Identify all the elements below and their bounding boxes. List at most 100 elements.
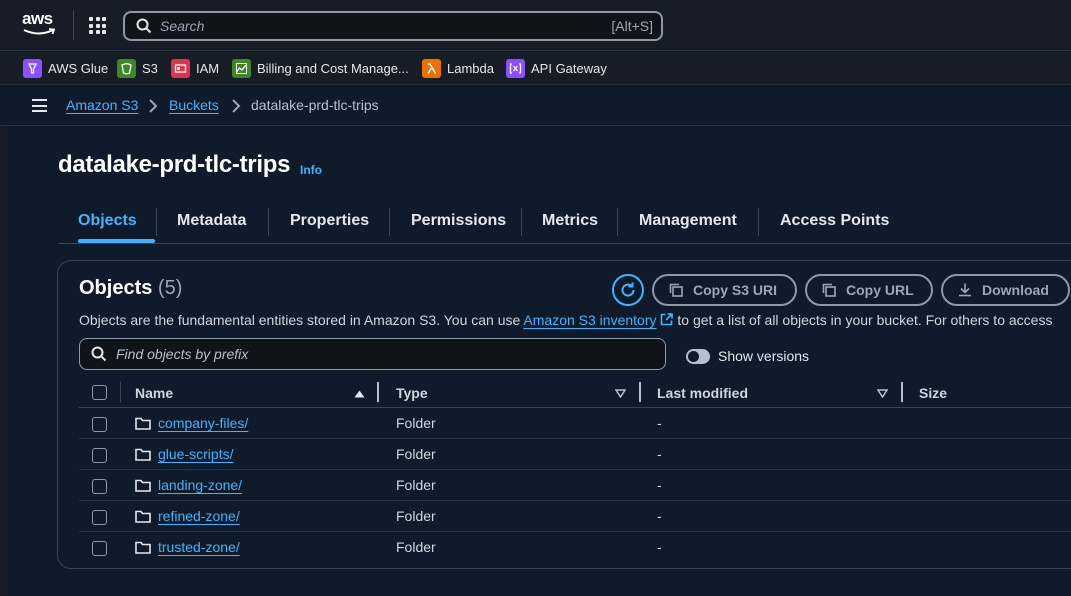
download-icon (959, 283, 971, 297)
column-size[interactable]: Size (919, 385, 947, 401)
show-versions-label: Show versions (718, 348, 810, 364)
object-type: Folder (396, 508, 436, 524)
download-button[interactable]: Download (941, 274, 1070, 306)
copy-url-button[interactable]: Copy URL (805, 274, 933, 306)
filter-placeholder: Find objects by prefix (116, 346, 249, 362)
favorite-label: API Gateway (531, 60, 607, 76)
column-last-modified[interactable]: Last modified (657, 385, 748, 401)
tab-permissions[interactable]: Permissions (411, 212, 506, 230)
object-type: Folder (396, 446, 436, 462)
description-text: Objects are the fundamental entities sto… (79, 312, 524, 328)
favorite-iam[interactable]: IAM (171, 58, 219, 78)
table-row[interactable]: landing-zone/ Folder - (79, 470, 1071, 501)
column-resizer[interactable] (901, 382, 903, 402)
objects-description: Objects are the fundamental entities sto… (79, 312, 1052, 328)
tab-divider (758, 208, 759, 236)
tab-divider (617, 208, 618, 236)
favorite-lambda[interactable]: Lambda (422, 58, 494, 78)
search-shortcut: [Alt+S] (611, 18, 653, 34)
favorite-s3[interactable]: S3 (117, 58, 158, 78)
folder-icon (135, 479, 151, 492)
objects-count: (5) (157, 277, 183, 299)
object-type: Folder (396, 539, 436, 555)
breadcrumb-amazon-s3[interactable]: Amazon S3 (66, 97, 138, 113)
top-navigation: aws Search [Alt+S] (0, 0, 1071, 51)
copy-icon (669, 283, 683, 297)
objects-heading: Objects (5) (79, 277, 182, 300)
description-text: to get a list of all objects in your buc… (673, 312, 1053, 328)
tab-divider (389, 208, 390, 236)
column-resizer[interactable] (639, 382, 641, 402)
global-search[interactable]: Search [Alt+S] (123, 11, 663, 41)
objects-panel: Objects (5) Copy S3 URI Copy URL Downloa… (57, 260, 1071, 569)
refresh-button[interactable] (612, 274, 644, 306)
glue-icon (23, 58, 42, 78)
tab-access-points[interactable]: Access Points (780, 212, 889, 230)
table-row[interactable]: refined-zone/ Folder - (79, 501, 1071, 532)
favorite-label: Lambda (447, 60, 494, 76)
prefix-filter-input[interactable]: Find objects by prefix (79, 338, 666, 370)
favorite-label: AWS Glue (48, 60, 109, 76)
aws-logo-text: aws (22, 9, 53, 28)
sort-icon[interactable] (615, 389, 626, 398)
copy-url-label: Copy URL (846, 282, 914, 298)
row-checkbox[interactable] (92, 417, 107, 432)
object-last-modified: - (657, 477, 662, 493)
nav-divider (73, 10, 74, 40)
lambda-icon (422, 58, 441, 78)
iam-icon (171, 58, 190, 78)
folder-icon (135, 541, 151, 554)
external-link-icon (661, 313, 674, 326)
breadcrumb-buckets[interactable]: Buckets (169, 97, 219, 113)
left-edge (0, 86, 8, 596)
tab-properties[interactable]: Properties (290, 212, 369, 230)
row-checkbox[interactable] (92, 479, 107, 494)
tab-metrics[interactable]: Metrics (542, 212, 598, 230)
tab-metadata[interactable]: Metadata (177, 212, 246, 230)
object-last-modified: - (657, 508, 662, 524)
api-gateway-icon (506, 58, 525, 78)
hamburger-menu-icon[interactable] (32, 99, 47, 112)
object-last-modified: - (657, 446, 662, 462)
folder-icon (135, 448, 151, 461)
services-menu-icon[interactable] (89, 17, 106, 34)
favorite-billing[interactable]: Billing and Cost Manage... (232, 58, 409, 78)
download-label: Download (982, 282, 1049, 298)
copy-s3-uri-button[interactable]: Copy S3 URI (652, 274, 797, 306)
sort-icon[interactable] (877, 389, 888, 398)
row-checkbox[interactable] (92, 541, 107, 556)
row-checkbox[interactable] (92, 448, 107, 463)
breadcrumb-bar: Amazon S3 Buckets datalake-prd-tlc-trips (0, 86, 1071, 126)
favorite-label: IAM (196, 60, 220, 76)
table-row[interactable]: company-files/ Folder - (79, 408, 1071, 439)
tab-divider (521, 208, 522, 236)
search-icon (91, 346, 107, 362)
folder-icon (135, 510, 151, 523)
favorite-aws-glue[interactable]: AWS Glue (23, 58, 108, 78)
refresh-icon (621, 282, 635, 297)
favorite-api-gateway[interactable]: API Gateway (506, 58, 607, 78)
favorite-label: S3 (142, 60, 158, 76)
search-placeholder: Search (160, 18, 205, 34)
chevron-right-icon (149, 99, 158, 113)
object-name-link[interactable]: refined-zone/ (158, 508, 240, 524)
select-all-checkbox[interactable] (92, 385, 107, 400)
object-name-link[interactable]: landing-zone/ (158, 477, 242, 493)
info-link[interactable]: Info (300, 163, 322, 177)
aws-logo[interactable]: aws (22, 10, 60, 40)
object-name-link[interactable]: glue-scripts/ (158, 446, 233, 462)
tab-management[interactable]: Management (639, 212, 737, 230)
table-row[interactable]: glue-scripts/ Folder - (79, 439, 1071, 470)
column-resizer[interactable] (377, 382, 379, 402)
object-name-link[interactable]: trusted-zone/ (158, 539, 240, 555)
s3-inventory-link[interactable]: Amazon S3 inventory (523, 312, 656, 328)
aws-smile-icon (23, 28, 56, 35)
column-type[interactable]: Type (396, 385, 428, 401)
table-row[interactable]: trusted-zone/ Folder - (79, 532, 1071, 563)
object-name-link[interactable]: company-files/ (158, 415, 248, 431)
tab-objects[interactable]: Objects (78, 212, 137, 230)
sort-ascending-icon[interactable] (354, 390, 365, 398)
row-checkbox[interactable] (92, 510, 107, 525)
column-name[interactable]: Name (135, 385, 173, 401)
show-versions-toggle[interactable] (686, 349, 710, 364)
